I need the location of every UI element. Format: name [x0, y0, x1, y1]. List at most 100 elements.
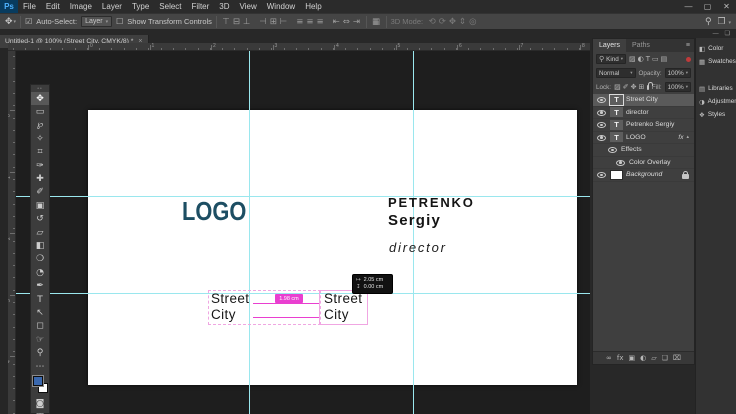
visibility-toggle[interactable]	[615, 159, 626, 166]
menu-item-view[interactable]: View	[235, 0, 262, 13]
brush-tool[interactable]: ✐	[31, 186, 49, 199]
distribute-vertical-centers-icon[interactable]: ≡	[305, 17, 315, 27]
menu-item-filter[interactable]: Filter	[187, 0, 215, 13]
add-layer-mask-icon[interactable]: ▣	[628, 354, 635, 362]
current-tool-badge[interactable]: ✥ ▾	[5, 17, 16, 27]
new-group-icon[interactable]: ▱	[651, 354, 656, 362]
canvas-role-text[interactable]: director	[389, 240, 447, 255]
zoom-tool[interactable]: ⚲	[31, 346, 49, 359]
auto-align-layers-icon[interactable]: ▦	[371, 17, 382, 27]
filter-kind-dropdown[interactable]: ⚲ Kind ▾	[596, 54, 627, 64]
rectangular-marquee-tool[interactable]: ▭	[31, 105, 49, 118]
panel-color[interactable]: ◧ Color	[696, 42, 736, 55]
layer-style-badge[interactable]: fx	[678, 134, 683, 141]
guide-horizontal-1[interactable]	[16, 196, 590, 197]
menu-item-3d[interactable]: 3D	[214, 0, 234, 13]
canvas-name-line2[interactable]: Sergiy	[388, 212, 441, 229]
collapse-dock-icon[interactable]: —	[713, 30, 719, 38]
layer-row-effects[interactable]: Effects	[593, 144, 694, 157]
toolbar-grip[interactable]: ••	[31, 85, 49, 92]
panel-swatches[interactable]: ▦ Swatches	[696, 55, 736, 68]
filter-adjustment-layers-icon[interactable]: ◐	[638, 55, 644, 63]
lock-artboard-icon[interactable]: ⊞	[638, 83, 644, 91]
tab-paths[interactable]: Paths	[626, 39, 656, 52]
opacity-dropdown[interactable]: 100% ▾	[664, 68, 691, 78]
filter-smart-objects-icon[interactable]: ▤	[661, 55, 668, 63]
blend-mode-dropdown[interactable]: Normal ▾	[596, 68, 636, 78]
quick-mask-icon[interactable]: ◙	[31, 397, 49, 410]
visibility-toggle[interactable]	[596, 109, 607, 116]
align-left-edges-icon[interactable]: ⊣	[258, 17, 268, 27]
menu-item-type[interactable]: Type	[127, 0, 154, 13]
path-selection-tool[interactable]: ↖	[31, 306, 49, 319]
search-icon[interactable]: ⚲	[705, 17, 712, 27]
edit-toolbar-button[interactable]: ⋯	[31, 360, 49, 373]
filter-pixel-layers-icon[interactable]: ▨	[629, 55, 636, 63]
eraser-tool[interactable]: ▱	[31, 226, 49, 239]
align-top-edges-icon[interactable]: ⊤	[221, 17, 231, 27]
layer-row-street-city[interactable]: T Street City	[593, 94, 694, 107]
menu-item-edit[interactable]: Edit	[41, 0, 65, 13]
distribute-top-edges-icon[interactable]: ≡	[295, 17, 305, 27]
auto-select-checkbox[interactable]: ☑	[25, 17, 32, 26]
lock-all-icon[interactable]	[647, 81, 652, 90]
layer-row-background[interactable]: Background	[593, 169, 694, 182]
lock-position-icon[interactable]: ✥	[631, 83, 637, 91]
move-tool[interactable]: ✥	[31, 92, 49, 106]
filter-type-layers-icon[interactable]: T	[646, 55, 650, 63]
panel-libraries[interactable]: ▤ Libraries	[696, 82, 736, 95]
history-brush-tool[interactable]: ↺	[31, 213, 49, 226]
menu-item-help[interactable]: Help	[300, 0, 326, 13]
layer-row-petrenko-sergiy[interactable]: T Petrenko Sergiy	[593, 119, 694, 132]
minimize-button[interactable]: —	[679, 0, 698, 13]
lock-transparency-icon[interactable]: ▨	[614, 83, 621, 91]
menu-item-file[interactable]: File	[18, 0, 41, 13]
document-canvas[interactable]	[88, 110, 577, 385]
link-layers-icon[interactable]: ∞	[606, 354, 612, 362]
layer-style-icon[interactable]: fx	[617, 354, 624, 362]
filter-shape-layers-icon[interactable]: ▭	[652, 55, 659, 63]
rectangle-tool[interactable]: ◻	[31, 320, 49, 333]
type-tool[interactable]: T	[31, 293, 49, 306]
spot-healing-brush-tool[interactable]: ✚	[31, 172, 49, 185]
maximize-button[interactable]: ▢	[698, 0, 717, 13]
auto-select-dropdown[interactable]: Layer ▾	[81, 16, 113, 27]
lock-image-icon[interactable]: ✐	[623, 83, 629, 91]
filter-toggle[interactable]	[686, 56, 691, 62]
distribute-right-edges-icon[interactable]: ⇥	[351, 17, 361, 27]
gradient-tool[interactable]: ◧	[31, 239, 49, 252]
horizontal-ruler[interactable]: 0 1 2 3 4 5 6 7 8	[8, 43, 590, 51]
eyedropper-tool[interactable]: ✑	[31, 159, 49, 172]
pasteboard[interactable]: LOGO PETRENKO Sergiy director Street Cit…	[16, 51, 590, 414]
panel-styles[interactable]: ❖ Styles	[696, 108, 736, 121]
canvas-logo-text[interactable]: LOGO	[182, 196, 246, 227]
blur-tool[interactable]: ❍	[31, 253, 49, 266]
layer-row-logo[interactable]: T LOGO fx ▴	[593, 132, 694, 144]
visibility-toggle[interactable]	[596, 121, 607, 129]
distribute-bottom-edges-icon[interactable]: ≡	[315, 17, 325, 27]
delete-layer-icon[interactable]: ⌧	[673, 354, 681, 362]
show-transform-checkbox[interactable]: ☐	[116, 17, 123, 26]
clone-stamp-tool[interactable]: ▣	[31, 199, 49, 212]
quick-selection-tool[interactable]: ✧	[31, 132, 49, 145]
fill-dropdown[interactable]: 100% ▾	[664, 82, 691, 92]
guide-vertical-2[interactable]	[413, 51, 414, 414]
menu-item-window[interactable]: Window	[262, 0, 300, 13]
guide-vertical-1[interactable]	[249, 51, 250, 414]
align-right-edges-icon[interactable]: ⊢	[278, 17, 288, 27]
foreground-color-swatch[interactable]	[32, 375, 44, 388]
distribute-horizontal-centers-icon[interactable]: ⇔	[341, 17, 351, 27]
align-bottom-edges-icon[interactable]: ⊥	[241, 17, 251, 27]
panel-menu-icon[interactable]: ≡	[686, 39, 694, 52]
distribute-left-edges-icon[interactable]: ⇤	[331, 17, 341, 27]
visibility-toggle[interactable]	[596, 171, 607, 179]
menu-item-select[interactable]: Select	[154, 0, 186, 13]
visibility-toggle[interactable]	[596, 134, 607, 141]
dock-options-icon[interactable]: ❏	[725, 30, 730, 38]
align-vertical-centers-icon[interactable]: ⊟	[231, 17, 241, 27]
workspace-switcher[interactable]: ❐ ▾	[718, 17, 731, 27]
align-horizontal-centers-icon[interactable]: ⊞	[268, 17, 278, 27]
vertical-ruler[interactable]: 0 1 2 3 4	[8, 51, 16, 414]
hand-tool[interactable]: ☞	[31, 333, 49, 346]
new-layer-icon[interactable]: ❏	[662, 354, 668, 362]
